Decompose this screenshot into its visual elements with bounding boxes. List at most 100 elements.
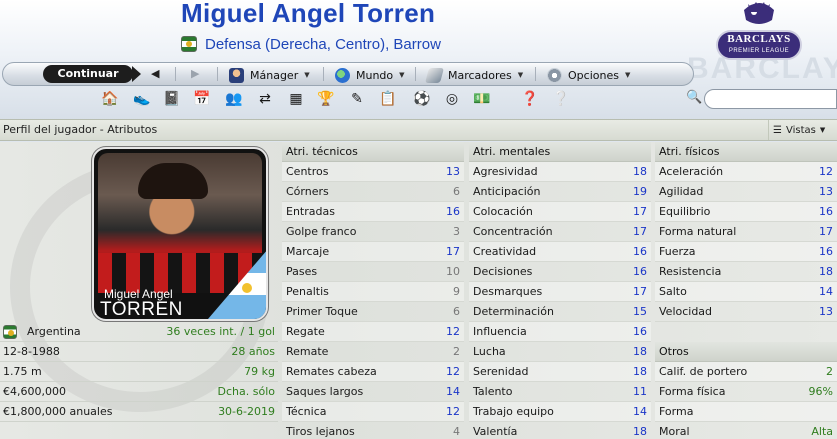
attribute-row: Salto 14 [655,282,837,302]
attribute-row: Fuerza 16 [655,242,837,262]
info-caps: 36 veces int. / 1 gol [166,325,275,338]
ball-icon[interactable]: ⚽ [412,89,432,109]
trophy-icon[interactable]: 🏆 [316,89,336,109]
attribute-row: Agresividad 18 [469,162,651,182]
attribute-value: 16 [633,265,647,278]
bookmark-icon [424,67,445,83]
attribute-row: Forma [655,402,837,422]
help-icon[interactable]: ❓ [520,89,540,109]
attribute-name: Anticipación [473,185,541,198]
attribute-value: 9 [453,285,460,298]
lion-icon [744,2,774,24]
menu-opciones[interactable]: Opciones ▼ [547,66,630,84]
attribute-value: 17 [819,225,833,238]
views-menu[interactable]: ☰ Vistas ▼ [768,120,837,140]
attribute-value: 10 [446,265,460,278]
scoreboard-icon[interactable]: ▦ [286,89,306,109]
attribute-row: Remate 2 [282,342,464,362]
attribute-value: 17 [446,245,460,258]
nav-divider [175,67,176,81]
attribute-row: Decisiones 16 [469,262,651,282]
attribute-row: Anticipación 19 [469,182,651,202]
nav-divider [217,67,218,81]
attribute-name: Velocidad [659,305,713,318]
attribute-value: 16 [633,245,647,258]
attribute-name: Agilidad [659,185,704,198]
calendar-icon[interactable]: 📅 [192,89,212,109]
attribute-name: Remate [286,345,329,358]
player-nameplate: Miguel Angel TORREN [94,261,266,319]
attribute-value: 14 [446,385,460,398]
attribute-name: Valentía [473,425,518,438]
continue-button[interactable]: Continuar [43,65,141,83]
attribute-value: 14 [633,405,647,418]
forward-arrow-icon[interactable]: ▶ [191,67,199,80]
attribute-name: Calif. de portero [659,365,748,378]
attribute-value: 18 [633,165,647,178]
attribute-value: 16 [819,205,833,218]
attribute-row: Valentía 18 [469,422,651,439]
attribute-name: Colocación [473,205,533,218]
search-input[interactable] [704,89,837,109]
attribute-value: 18 [633,345,647,358]
chevron-down-icon: ▼ [624,71,631,79]
attribute-row: Golpe franco 3 [282,222,464,242]
attribute-value: 3 [453,225,460,238]
attribute-value: 16 [446,205,460,218]
attribute-value: 17 [633,205,647,218]
menu-mundo[interactable]: Mundo ▼ [335,66,405,84]
attribute-row: Forma física 96% [655,382,837,402]
clipboard-icon[interactable]: 📋 [378,89,398,109]
player-card: Miguel Angel TORREN [92,147,268,321]
shoe-icon[interactable]: 👟 [132,89,152,109]
info-value: €4,600,000 [3,385,66,398]
attribute-row: Concentración 17 [469,222,651,242]
attribute-row: Serenidad 18 [469,362,651,382]
chevron-down-icon: ▼ [819,126,826,134]
attribute-value: 2 [826,365,833,378]
attribute-row: Velocidad 13 [655,302,837,322]
attribute-value: 17 [633,285,647,298]
attribute-row: Resistencia 18 [655,262,837,282]
money-icon[interactable]: 💵 [472,89,492,109]
attribute-name: Equilibrio [659,205,711,218]
league-banner-line1: BARCLAYS [727,33,791,45]
attribute-name: Marcaje [286,245,330,258]
menu-marcadores[interactable]: Marcadores ▼ [424,66,523,84]
info-wage: €1,800,000 anuales [3,405,113,418]
attribute-value: 18 [819,265,833,278]
attribute-value: 13 [446,165,460,178]
mental-attributes: Atri. mentales Agresividad 18 Anticipació… [469,142,651,439]
attribute-name: Determinación [473,305,554,318]
attribute-value: 12 [446,405,460,418]
argentina-flag-icon [181,36,197,52]
question-icon[interactable]: ❔ [551,89,571,109]
attribute-name: Técnica [286,405,327,418]
attribute-name: Forma [659,405,694,418]
attribute-value: 4 [453,425,460,438]
info-foot: Dcha. sólo [217,385,275,398]
attribute-row: Pases 10 [282,262,464,282]
tactics-icon[interactable]: ✎ [347,89,367,109]
attribute-value: 6 [453,185,460,198]
attribute-value: 18 [633,425,647,438]
attribute-row: Técnica 12 [282,402,464,422]
transfer-icon[interactable]: ⇄ [255,89,275,109]
menu-manager[interactable]: Mánager ▼ [229,66,310,84]
notebook-icon[interactable]: 📓 [162,89,182,109]
chevron-down-icon: ▼ [399,71,405,79]
attribute-name: Centros [286,165,329,178]
attribute-row: Primer Toque 6 [282,302,464,322]
home-icon[interactable]: 🏠 [100,89,120,109]
binoculars-icon[interactable]: ◎ [442,89,462,109]
back-arrow-icon[interactable]: ◀ [151,67,159,80]
menu-manager-label: Mánager [250,68,299,82]
attribute-value: 19 [633,185,647,198]
team-icon[interactable]: 👥 [224,89,244,109]
attribute-row: Agilidad 13 [655,182,837,202]
attribute-name: Influencia [473,325,527,338]
attribute-value: 17 [633,225,647,238]
attribute-name: Córners [286,185,329,198]
attribute-name: Fuerza [659,245,696,258]
search-icon: 🔍 [686,90,703,105]
